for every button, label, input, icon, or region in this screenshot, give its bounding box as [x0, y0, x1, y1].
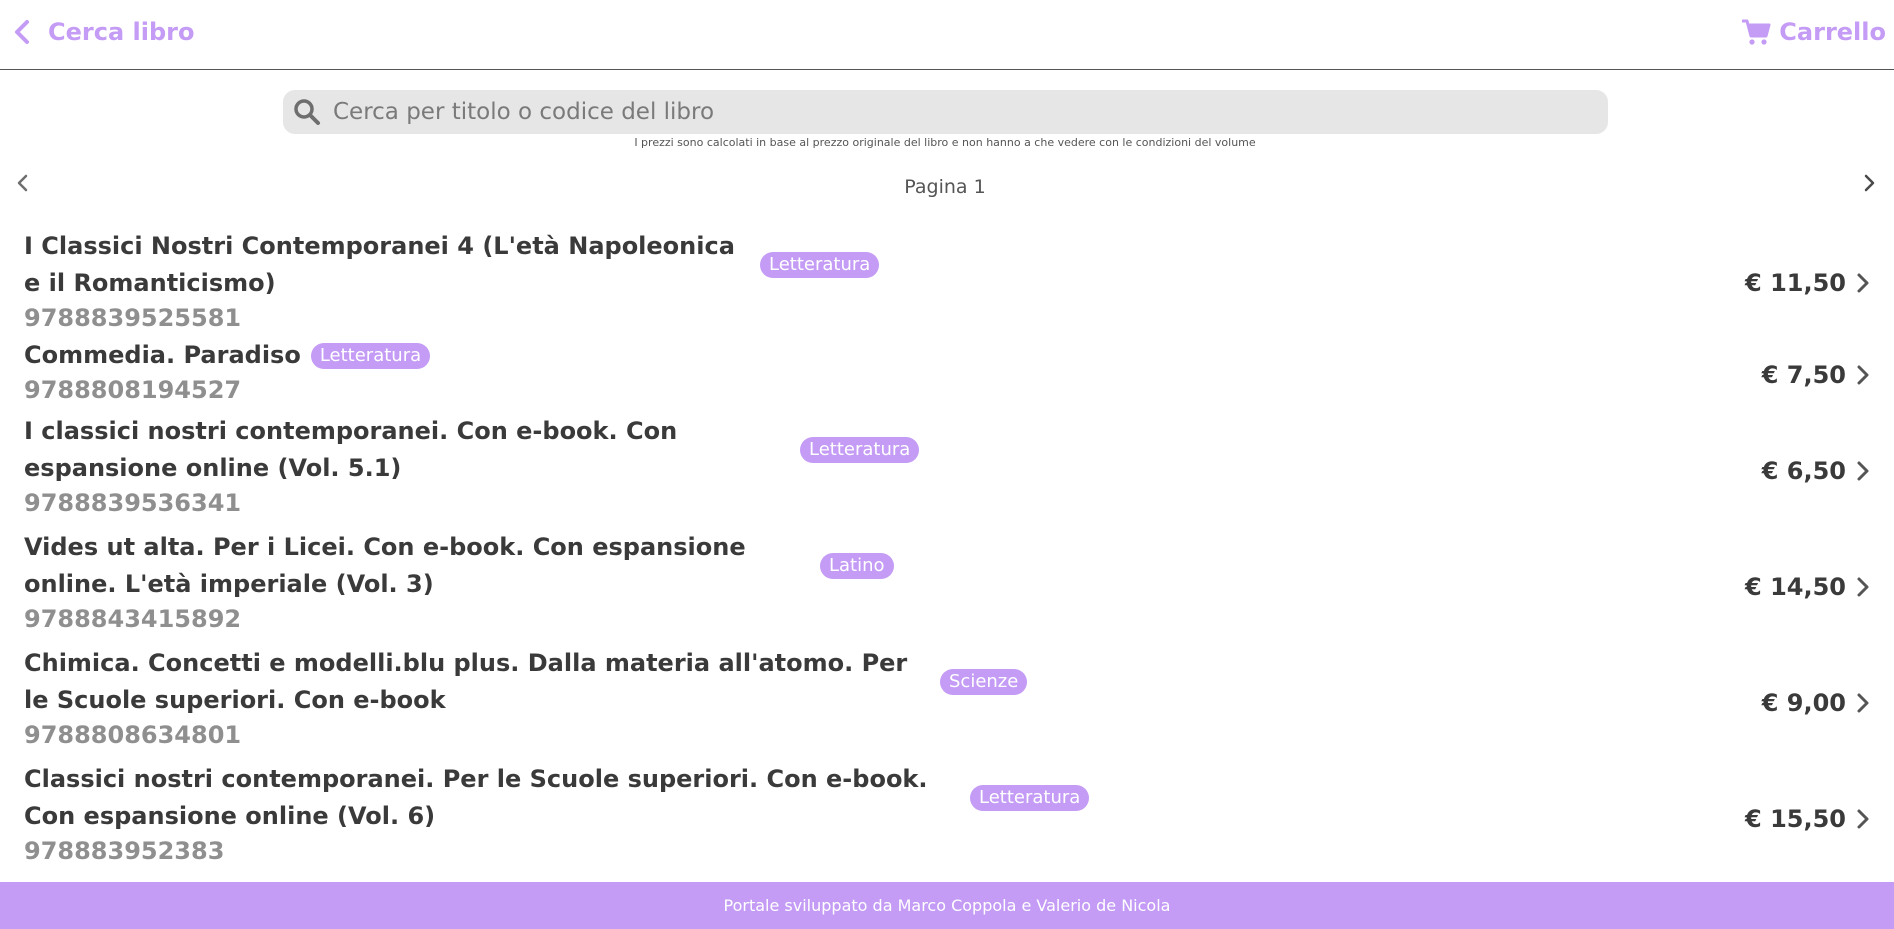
chevron-right-icon	[1857, 577, 1869, 597]
category-badge: Letteratura	[970, 785, 1090, 811]
book-price: € 11,50	[1745, 268, 1846, 297]
book-list: I Classici Nostri Contemporanei 4 (L'età…	[0, 228, 1894, 877]
book-price: € 15,50	[1745, 805, 1846, 833]
category-badge: Letteratura	[310, 342, 431, 369]
search-input[interactable]	[333, 99, 1583, 125]
back-button[interactable]: Cerca libro	[12, 14, 194, 50]
chevron-right-icon	[1857, 461, 1869, 481]
book-row[interactable]: I classici nostri contemporanei. Con e-b…	[0, 413, 1894, 529]
chevron-right-icon	[1857, 273, 1869, 292]
search-bar	[283, 90, 1608, 134]
top-bar: Cerca libro Carrello	[0, 0, 1894, 70]
book-isbn: 9788839525581	[24, 304, 242, 332]
book-title: Chimica. Concetti e modelli.blu plus. Da…	[24, 649, 908, 714]
book-title: Vides ut alta. Per i Licei. Con e-book. …	[24, 533, 746, 598]
book-isbn: 9788808634801	[24, 721, 242, 749]
cart-button[interactable]: Carrello	[1741, 14, 1886, 50]
book-title: I Classici Nostri Contemporanei 4 (L'età…	[24, 232, 735, 297]
category-badge: Latino	[820, 553, 894, 579]
book-row[interactable]: I Classici Nostri Contemporanei 4 (L'età…	[0, 228, 1894, 337]
search-icon	[294, 99, 320, 125]
category-badge: Scienze	[940, 669, 1028, 695]
book-row[interactable]: Commedia. Paradiso Letteratura 978880819…	[0, 337, 1894, 413]
footer-credits: Portale sviluppato da Marco Coppola e Va…	[0, 882, 1894, 929]
book-row[interactable]: Vides ut alta. Per i Licei. Con e-book. …	[0, 529, 1894, 645]
book-isbn: 978883952383	[24, 837, 225, 865]
cart-icon	[1742, 19, 1771, 45]
book-row[interactable]: Chimica. Concetti e modelli.blu plus. Da…	[0, 645, 1894, 761]
book-title: Classici nostri contemporanei. Per le Sc…	[24, 765, 928, 830]
price-note: I prezzi sono calcolati in base al prezz…	[634, 136, 1256, 149]
book-price: € 9,00	[1761, 689, 1846, 717]
chevron-right-icon	[1857, 365, 1869, 385]
cart-label: Carrello	[1779, 18, 1886, 46]
chevron-right-icon	[1857, 693, 1869, 713]
book-title: I classici nostri contemporanei. Con e-b…	[24, 417, 678, 482]
book-price: € 7,50	[1761, 361, 1846, 389]
back-label: Cerca libro	[48, 18, 195, 46]
book-row[interactable]: Classici nostri contemporanei. Per le Sc…	[0, 761, 1894, 877]
book-isbn: 9788843415892	[24, 605, 242, 633]
next-page-icon[interactable]	[1860, 170, 1880, 196]
book-isbn: 9788839536341	[24, 489, 242, 517]
category-badge: Letteratura	[800, 437, 920, 463]
chevron-right-icon	[1857, 809, 1869, 829]
category-badge: Letteratura	[760, 252, 880, 278]
book-price: € 14,50	[1745, 573, 1846, 601]
book-price: € 6,50	[1761, 457, 1846, 485]
book-isbn: 9788808194527	[24, 376, 242, 404]
chevron-left-icon	[15, 20, 29, 44]
page-indicator: Pagina 1	[904, 176, 986, 198]
book-title: Commedia. Paradiso	[24, 341, 301, 369]
